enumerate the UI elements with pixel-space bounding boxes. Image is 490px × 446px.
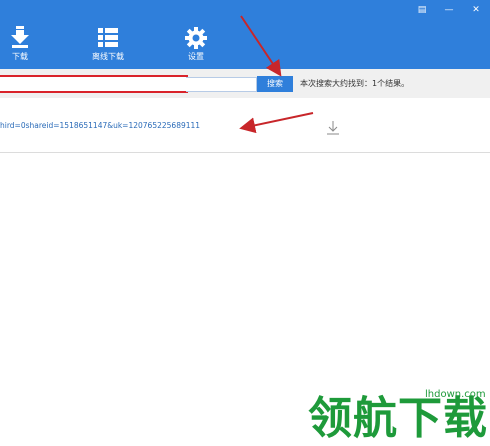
menu-window-button[interactable]: ▤	[416, 4, 428, 16]
list-icon	[98, 28, 118, 47]
download-arrow-icon[interactable]	[325, 120, 341, 136]
result-summary: 本次搜索大约找到：1个结果。	[300, 79, 410, 88]
watermark-url: lhdown.com	[425, 389, 486, 400]
offline-download-tool-label: 离线下载	[92, 52, 124, 61]
search-input-tail[interactable]	[186, 77, 257, 92]
search-bar: 搜索 本次搜索大约找到：1个结果。	[0, 69, 490, 99]
download-tool-button[interactable]: 下载	[0, 0, 40, 69]
result-link[interactable]: hird=0shareid=1518651147&uk=120765225689…	[0, 121, 200, 130]
download-icon	[11, 26, 29, 48]
gear-icon	[185, 27, 207, 49]
search-button[interactable]: 搜索	[257, 76, 293, 92]
top-toolbar: 下载 离线下载 设置 ▤ — ✕	[0, 0, 490, 69]
offline-download-tool-button[interactable]: 离线下载	[84, 0, 132, 69]
download-tool-label: 下载	[12, 52, 28, 61]
minimize-window-button[interactable]: —	[443, 4, 455, 16]
close-window-button[interactable]: ✕	[470, 4, 482, 16]
settings-tool-button[interactable]: 设置	[176, 0, 216, 69]
settings-tool-label: 设置	[188, 52, 204, 61]
result-row: hird=0shareid=1518651147&uk=120765225689…	[0, 98, 490, 153]
search-input-highlighted[interactable]	[0, 75, 188, 93]
